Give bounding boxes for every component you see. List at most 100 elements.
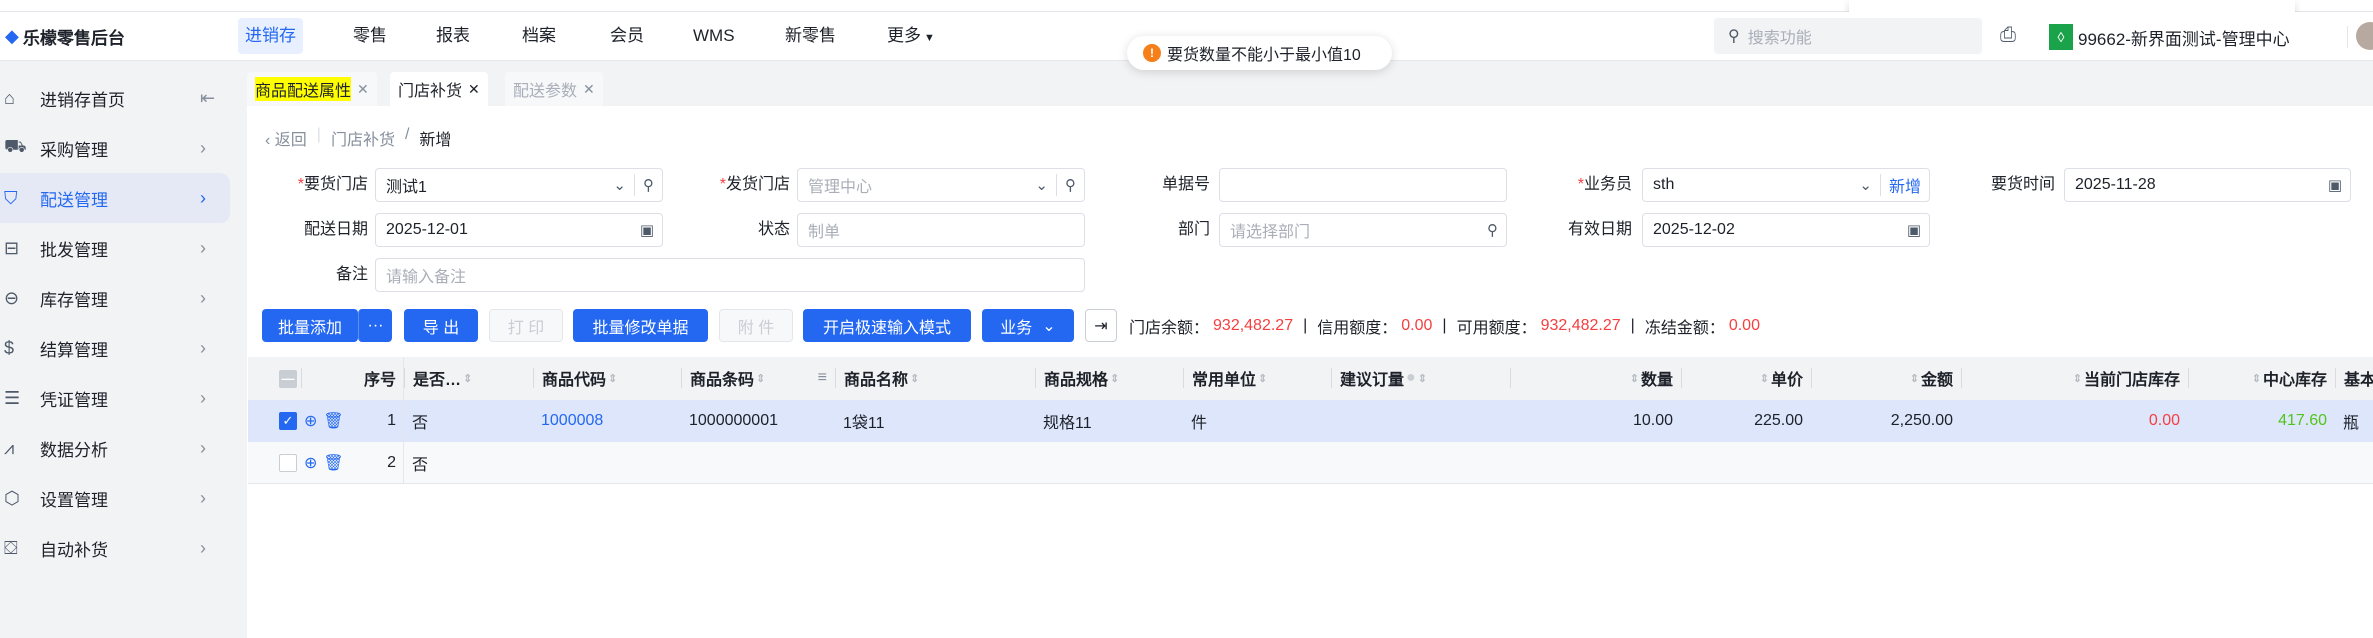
sidebar-item-wholesale[interactable]: ⊟ 批发管理 ›: [0, 223, 230, 273]
back-link[interactable]: ‹ 返回: [265, 126, 307, 150]
col-store-stock[interactable]: ⇕ 当前门店库存: [1961, 368, 2188, 389]
sidebar-item-auto-replenish[interactable]: ⛋ 自动补货 ›: [0, 523, 230, 573]
select-all-checkbox[interactable]: —: [271, 357, 305, 400]
store-name[interactable]: 99662-新界面测试-管理中心: [2078, 25, 2290, 50]
doc-no-input[interactable]: [1219, 168, 1507, 202]
nav-item-reports[interactable]: 报表: [429, 18, 477, 54]
col-name[interactable]: 商品名称 ⇕: [835, 368, 1035, 389]
table-row[interactable]: ⊕ 🗑 2 否: [248, 442, 2373, 484]
col-suggest[interactable]: 建议订量 ● ⇕: [1331, 368, 1510, 389]
menu-icon[interactable]: ≡: [818, 369, 827, 387]
warning-toast: ! 要货数量不能小于最小值10: [1127, 36, 1392, 70]
department-placeholder: 请选择部门: [1230, 224, 1311, 241]
col-qty[interactable]: ⇕ 数量: [1510, 368, 1681, 389]
salesman-select[interactable]: sth ⌄ 新增: [1642, 168, 1930, 202]
close-icon[interactable]: ✕: [583, 81, 595, 98]
printer-icon[interactable]: ⎙: [2000, 24, 2016, 47]
chevron-right-icon: ›: [200, 137, 206, 158]
app-logo[interactable]: ◆ 乐檬零售后台: [5, 24, 125, 49]
nav-item-archive[interactable]: 档案: [515, 18, 563, 54]
remark-placeholder: 请输入备注: [386, 269, 467, 286]
table-row[interactable]: ✓ ⊕ 🗑 1 否 1000008 1000000001 1袋11 规格11 件 …: [248, 400, 2373, 442]
request-time-picker[interactable]: 2025-11-28 ▣: [2064, 168, 2351, 202]
tab-delivery-params[interactable]: 配送参数 ✕: [505, 72, 603, 106]
request-store-label: *要货门店: [297, 176, 368, 193]
valid-date-picker[interactable]: 2025-12-02 ▣: [1642, 213, 1930, 247]
cell-qty[interactable]: 10.00: [1510, 400, 1681, 442]
add-salesman-link[interactable]: 新增: [1881, 173, 1929, 197]
cell-flag[interactable]: 否: [404, 442, 436, 483]
balance-summary: 门店余额： 932,482.27 | 信用额度： 0.00 | 可用额度： 932,482…: [1129, 309, 1760, 342]
nav-item-more[interactable]: 更多 ▼: [880, 18, 942, 54]
warning-icon: !: [1143, 44, 1161, 62]
search-input[interactable]: ⚲ 搜索功能: [1714, 18, 1982, 54]
col-barcode[interactable]: 商品条码 ⇕ ≡: [681, 368, 835, 389]
settings-icon: ⬡: [4, 487, 20, 508]
breadcrumb-current: 新增: [419, 132, 452, 149]
business-label: 业务: [1000, 319, 1033, 337]
cell-seq: 2: [387, 453, 396, 471]
delivery-date-value: 2025-12-01: [386, 221, 468, 238]
search-icon[interactable]: ⚲: [635, 176, 662, 194]
col-flag[interactable]: 是否… ⇕: [404, 368, 533, 389]
delivery-date-picker[interactable]: 2025-12-01 ▣: [375, 213, 663, 247]
business-dropdown[interactable]: 业务 ⌄: [982, 309, 1074, 342]
sidebar-item-analysis[interactable]: ⩘ 数据分析 ›: [0, 423, 230, 473]
sidebar-item-home[interactable]: ⌂ 进销存首页 ⇤: [0, 73, 230, 123]
batch-edit-button[interactable]: 批量修改单据: [573, 309, 708, 342]
col-price[interactable]: ⇕ 单价: [1681, 368, 1811, 389]
sidebar-item-inventory[interactable]: ⊖ 库存管理 ›: [0, 273, 230, 323]
tab-label: 商品配送属性: [255, 77, 352, 101]
department-select[interactable]: 请选择部门 ⚲: [1219, 213, 1507, 247]
calendar-icon: ▣: [639, 222, 654, 239]
home-icon: ⌂: [4, 87, 15, 108]
cell-flag[interactable]: 否: [404, 400, 436, 442]
export-button[interactable]: 导 出: [404, 309, 478, 342]
col-spec[interactable]: 商品规格 ⇕: [1035, 368, 1183, 389]
nav-item-member[interactable]: 会员: [603, 18, 651, 54]
batch-add-button[interactable]: 批量添加: [262, 309, 358, 342]
nav-item-jxc[interactable]: 进销存: [238, 18, 303, 54]
nav-item-wms[interactable]: WMS: [686, 18, 742, 54]
print-button[interactable]: 打 印: [489, 309, 563, 342]
search-icon[interactable]: ⚲: [1479, 221, 1506, 239]
column-settings-button[interactable]: ⇥: [1085, 309, 1117, 342]
close-icon[interactable]: ✕: [468, 81, 480, 98]
tab-store-replenish[interactable]: 门店补货 ✕: [390, 72, 488, 106]
cell-store-stock: 0.00: [2148, 412, 2180, 429]
tab-product-delivery-attr[interactable]: 商品配送属性 ✕: [247, 72, 377, 106]
cell-code-link[interactable]: 1000008: [533, 400, 611, 442]
attachment-button[interactable]: 附 件: [719, 309, 793, 342]
chevron-down-icon: ⌄: [613, 177, 626, 194]
cart-icon: ⛟: [4, 136, 27, 156]
fast-input-mode-button[interactable]: 开启极速输入模式: [803, 309, 971, 342]
sidebar-item-settings[interactable]: ⬡ 设置管理 ›: [0, 473, 230, 523]
cell-price[interactable]: 225.00: [1681, 400, 1811, 442]
caret-down-icon: ▼: [921, 32, 935, 44]
remark-input[interactable]: 请输入备注: [375, 258, 1085, 292]
nav-item-new-retail[interactable]: 新零售: [778, 18, 843, 54]
nav-item-retail[interactable]: 零售: [346, 18, 394, 54]
breadcrumb-path[interactable]: 门店补货: [331, 126, 395, 150]
collapse-icon[interactable]: ⇤: [200, 88, 230, 109]
sidebar-item-voucher[interactable]: ☰ 凭证管理 ›: [0, 373, 230, 423]
col-code[interactable]: 商品代码 ⇕: [533, 368, 681, 389]
ship-store-select[interactable]: 管理中心 ⌄ ⚲: [797, 168, 1085, 202]
col-unit[interactable]: 常用单位 ⇕: [1183, 368, 1331, 389]
cell-name: 1袋11: [843, 415, 885, 432]
avatar[interactable]: [2356, 22, 2373, 50]
col-center-stock[interactable]: ⇕ 中心库存: [2188, 368, 2335, 389]
request-store-select[interactable]: 测试1 ⌄ ⚲: [375, 168, 663, 202]
chevron-right-icon: ›: [200, 437, 206, 458]
sidebar-item-settlement[interactable]: $ 结算管理 ›: [0, 323, 230, 373]
batch-add-more-button[interactable]: ···: [358, 309, 392, 342]
help-icon: ●: [1406, 369, 1416, 386]
sidebar-item-label: 凭证管理: [40, 390, 108, 410]
sidebar-item-delivery[interactable]: ⛉ 配送管理 ›: [0, 173, 230, 223]
sidebar-item-purchase[interactable]: ⛟ 采购管理 ›: [0, 123, 230, 173]
search-icon[interactable]: ⚲: [1057, 176, 1084, 194]
sidebar-item-label: 配送管理: [40, 190, 108, 210]
col-amount[interactable]: ⇕ 金额: [1811, 368, 1961, 389]
cell-unit[interactable]: 件: [1183, 400, 1215, 442]
close-icon[interactable]: ✕: [357, 81, 369, 98]
